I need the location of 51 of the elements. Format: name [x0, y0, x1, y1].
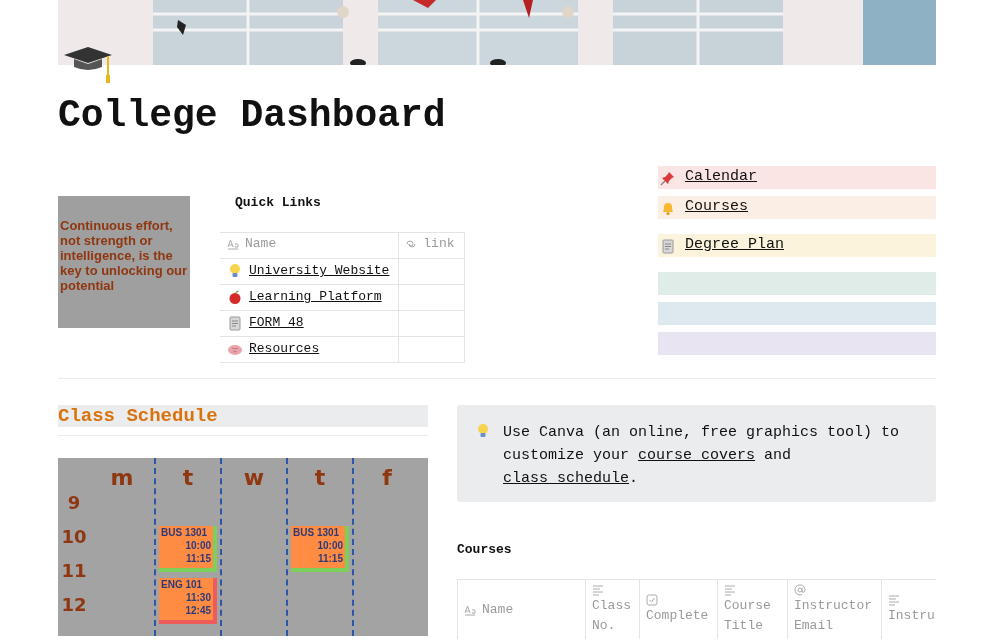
section-heading: Class Schedule — [58, 404, 428, 427]
day-label: m — [110, 465, 134, 492]
section-heading: Quick Links — [235, 194, 322, 212]
notepad-icon — [660, 237, 676, 254]
column-header: Course Title — [724, 596, 772, 635]
course-code: ENG 101 — [161, 577, 203, 591]
text-lines-icon — [592, 583, 604, 596]
column-header: Class No. — [592, 596, 632, 635]
text-property-icon — [227, 237, 239, 250]
lightbulb-icon — [475, 422, 491, 439]
hour-label: 11 — [61, 559, 87, 583]
hour-label: 10 — [61, 525, 87, 549]
apple-icon — [227, 289, 243, 305]
column-header: Instru — [888, 606, 936, 625]
page-link[interactable]: Courses — [685, 196, 748, 219]
callout-text: Use Canva (an online, free graphics tool) to customize your course covers and class schedule. — [503, 422, 901, 489]
section-heading: Courses — [457, 540, 513, 559]
end-time: 11:15 — [185, 551, 211, 565]
column-header: Name — [482, 600, 514, 619]
day-label: t — [314, 465, 326, 492]
at-sign-icon — [794, 583, 806, 596]
course-code: BUS 1301 — [293, 525, 340, 539]
start-time: 11:30 — [185, 590, 211, 604]
page-link[interactable]: Calendar — [685, 166, 757, 189]
end-time: 12:45 — [185, 603, 211, 617]
page-title: College Dashboard — [58, 97, 447, 135]
end-time: 11:15 — [317, 551, 343, 565]
notepad-icon — [227, 315, 243, 331]
hour-label: 9 — [67, 491, 81, 515]
link-property-icon — [405, 237, 418, 250]
start-time: 10:00 — [317, 538, 343, 552]
lightbulb-icon — [227, 263, 243, 279]
course-code: BUS 1301 — [161, 525, 208, 539]
pushpin-icon — [660, 169, 676, 186]
checkbox-property-icon — [646, 593, 658, 606]
text-property-icon — [464, 603, 476, 616]
day-label: t — [182, 465, 194, 492]
column-header: Instructor Email — [794, 596, 873, 635]
day-label: f — [382, 465, 392, 492]
day-label: w — [243, 465, 265, 492]
page-link[interactable]: class schedule — [503, 469, 630, 487]
quote-text: Continuous effort, not strength or intelligence, is the key to unlocking our potential — [60, 218, 188, 293]
column-header: Complete — [646, 606, 710, 625]
text-lines-icon — [888, 593, 900, 606]
hour-label: 12 — [61, 593, 87, 617]
column-header: Name — [227, 233, 277, 254]
page-link[interactable]: course covers — [638, 446, 756, 464]
text-lines-icon — [724, 583, 736, 596]
start-time: 10:00 — [185, 538, 211, 552]
column-header: link — [405, 233, 455, 254]
page-link[interactable]: Degree Plan — [685, 234, 785, 257]
